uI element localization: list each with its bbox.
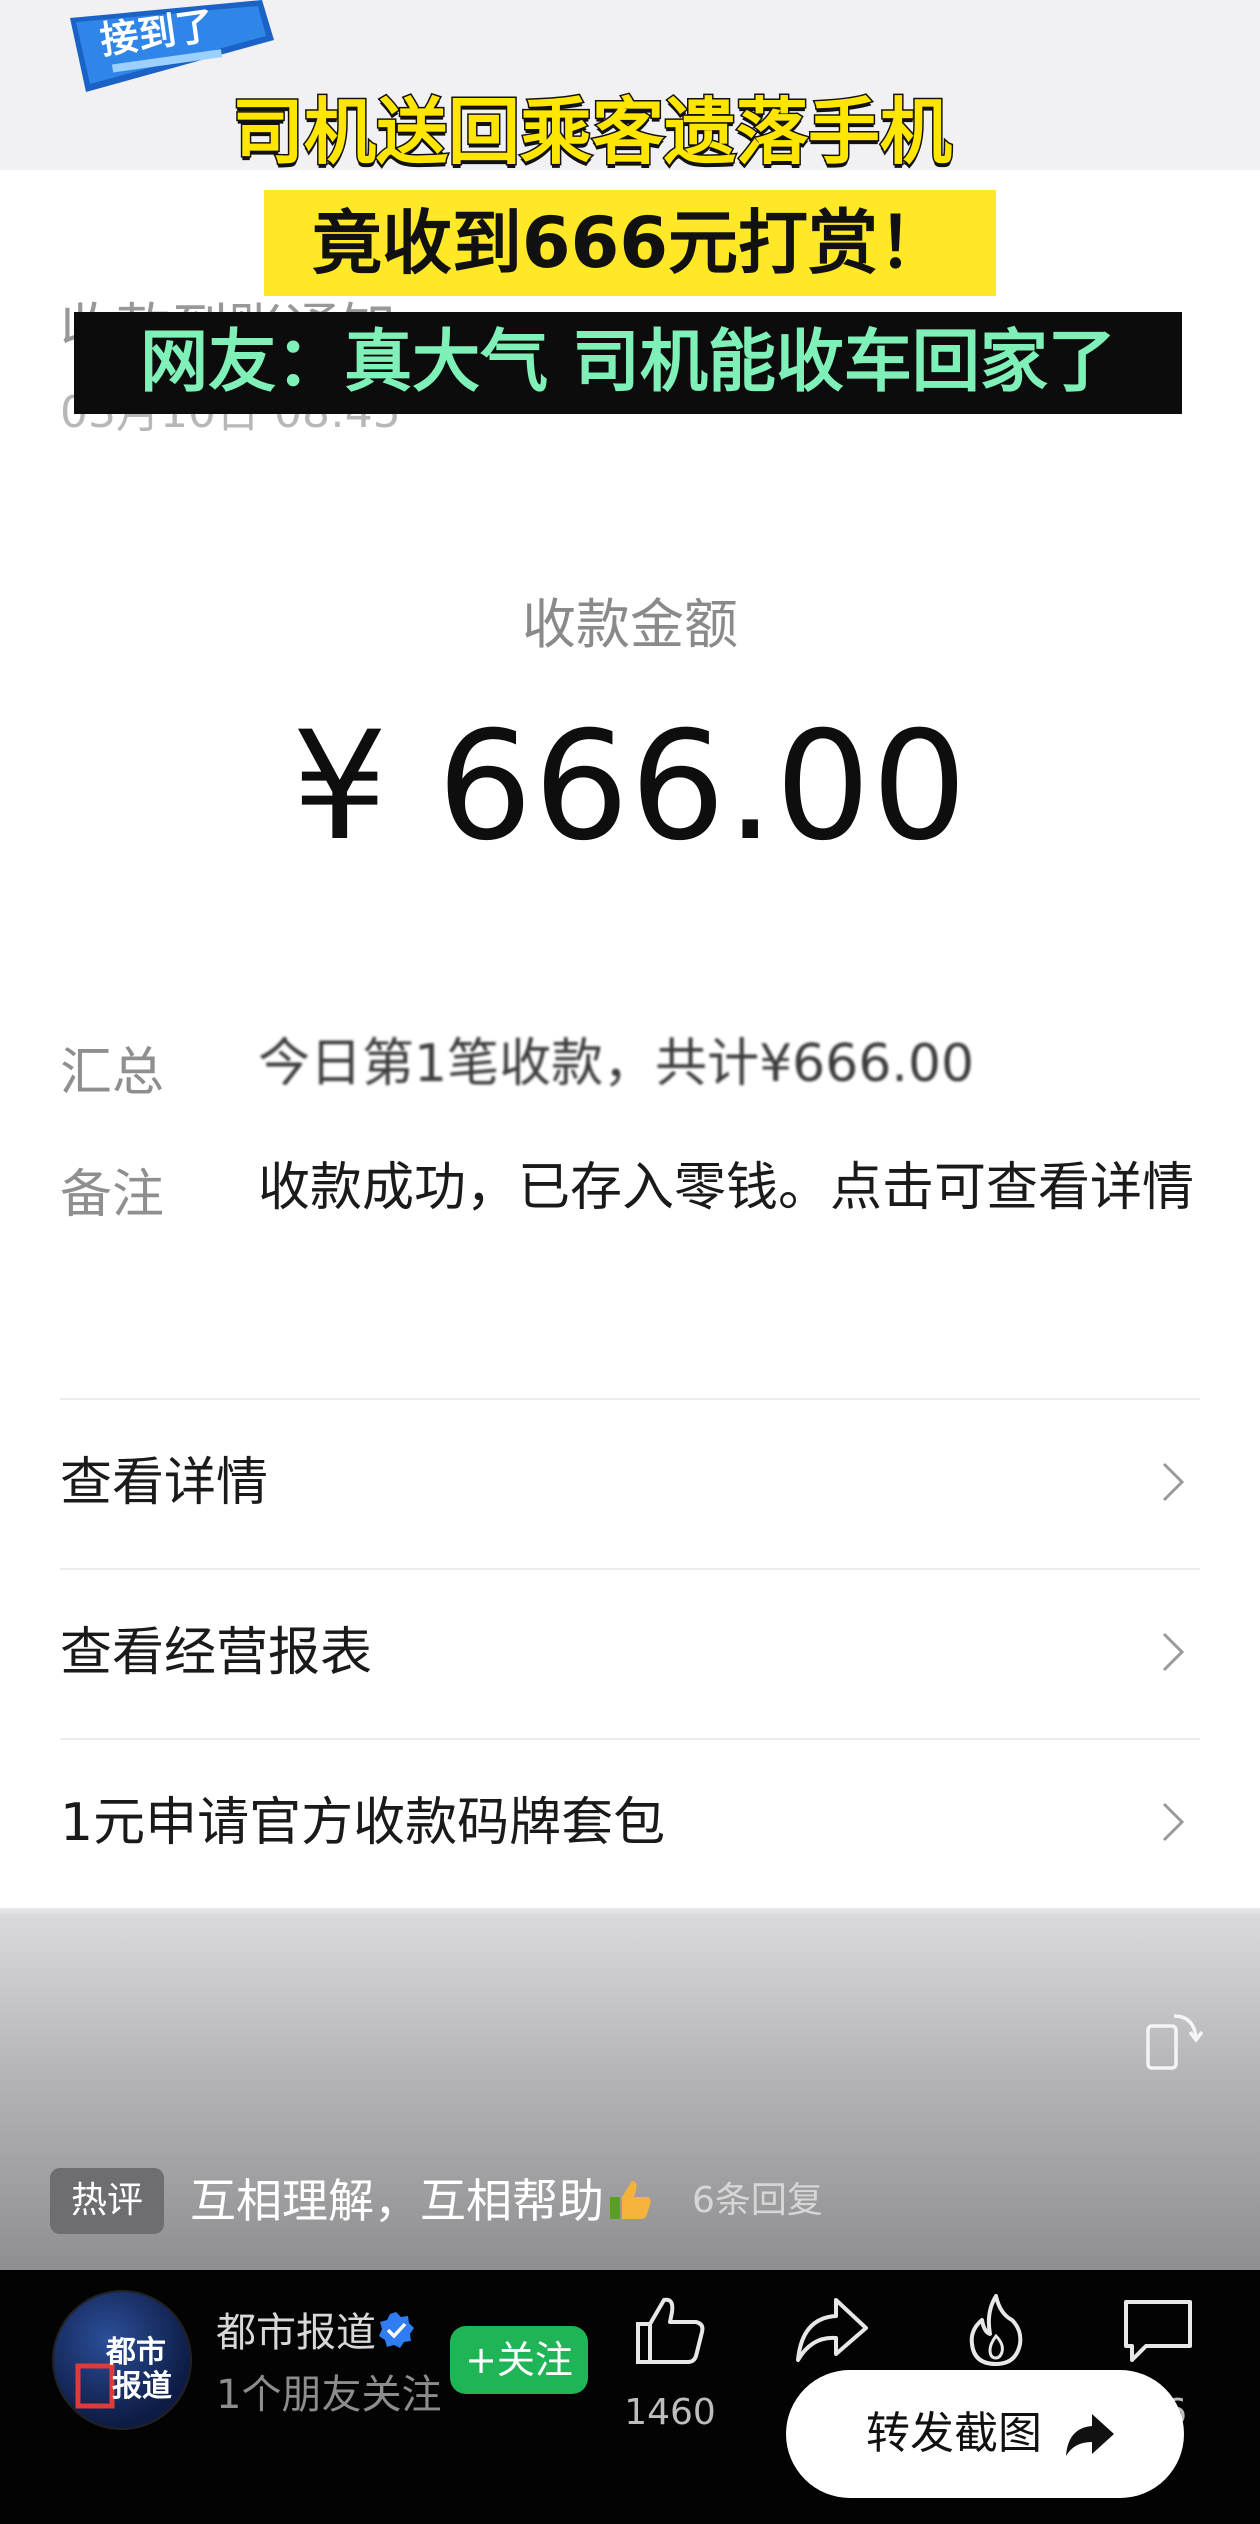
share-icon[interactable] xyxy=(792,2290,872,2370)
caption-line-3: 网友：真大气 司机能收车回家了 xyxy=(74,312,1182,414)
amount-value: ¥ 666.00 xyxy=(292,700,968,874)
account-name[interactable]: 都市报道 xyxy=(216,2300,376,2358)
hot-comment-replies[interactable]: 6条回复 xyxy=(692,2168,823,2234)
menu-item-label: 1元申请官方收款码牌套包 xyxy=(60,1793,666,1853)
hot-comment-badge: 热评 xyxy=(50,2168,164,2234)
friends-following-text: 1个朋友关注 xyxy=(216,2372,442,2418)
menu-item-label: 查看详情 xyxy=(60,1453,269,1513)
share-screenshot-label: 转发截图 xyxy=(866,2408,1042,2459)
share-screenshot-button[interactable]: 转发截图 xyxy=(786,2370,1184,2498)
menu-item-label: 查看经营报表 xyxy=(60,1623,373,1683)
hot-comment[interactable]: 互相理解，互相帮助 xyxy=(190,2168,654,2234)
like-icon[interactable] xyxy=(630,2290,710,2370)
avatar-text-line-1: 都市 xyxy=(105,2335,166,2370)
fire-icon[interactable] xyxy=(956,2290,1036,2370)
verified-badge-icon xyxy=(379,2312,414,2348)
note-label: 备注 xyxy=(60,1165,165,1225)
avatar[interactable]: 都市 报道 xyxy=(52,2290,192,2430)
chevron-right-icon xyxy=(1162,1462,1185,1502)
summary-value: 今日第1笔收款，共计¥666.00 xyxy=(258,1034,975,1094)
chevron-right-icon xyxy=(1162,1632,1185,1672)
amount-label: 收款金额 xyxy=(522,593,738,656)
thumbs-up-emoji-icon xyxy=(610,2181,651,2219)
program-logo: 接到了 xyxy=(70,0,274,92)
hot-comment-text: 互相理解，互相帮助 xyxy=(190,2174,604,2228)
caption-line-1: 司机送回乘客遗落手机 xyxy=(230,89,953,176)
rotate-screen-icon[interactable] xyxy=(1140,2008,1206,2074)
menu-item-business-report[interactable]: 查看经营报表 xyxy=(60,1568,1200,1738)
chevron-right-icon xyxy=(1162,1802,1185,1842)
like-count: 1460 xyxy=(624,2392,716,2433)
avatar-text-line-2: 报道 xyxy=(112,2369,172,2404)
caption-line-2: 竟收到666元打赏！ xyxy=(264,190,996,296)
comment-icon[interactable] xyxy=(1118,2290,1198,2370)
menu-item-apply-qr-kit[interactable]: 1元申请官方收款码牌套包 xyxy=(60,1738,1200,1908)
summary-label: 汇总 xyxy=(60,1043,165,1103)
forward-arrow-icon xyxy=(1066,2414,1114,2456)
follow-button[interactable]: +关注 xyxy=(450,2326,588,2394)
avatar-logo-icon: 都市 报道 xyxy=(75,2335,172,2409)
note-value: 收款成功，已存入零钱。点击可查看详情 xyxy=(258,1158,1195,1218)
menu-item-view-details[interactable]: 查看详情 xyxy=(60,1398,1200,1568)
